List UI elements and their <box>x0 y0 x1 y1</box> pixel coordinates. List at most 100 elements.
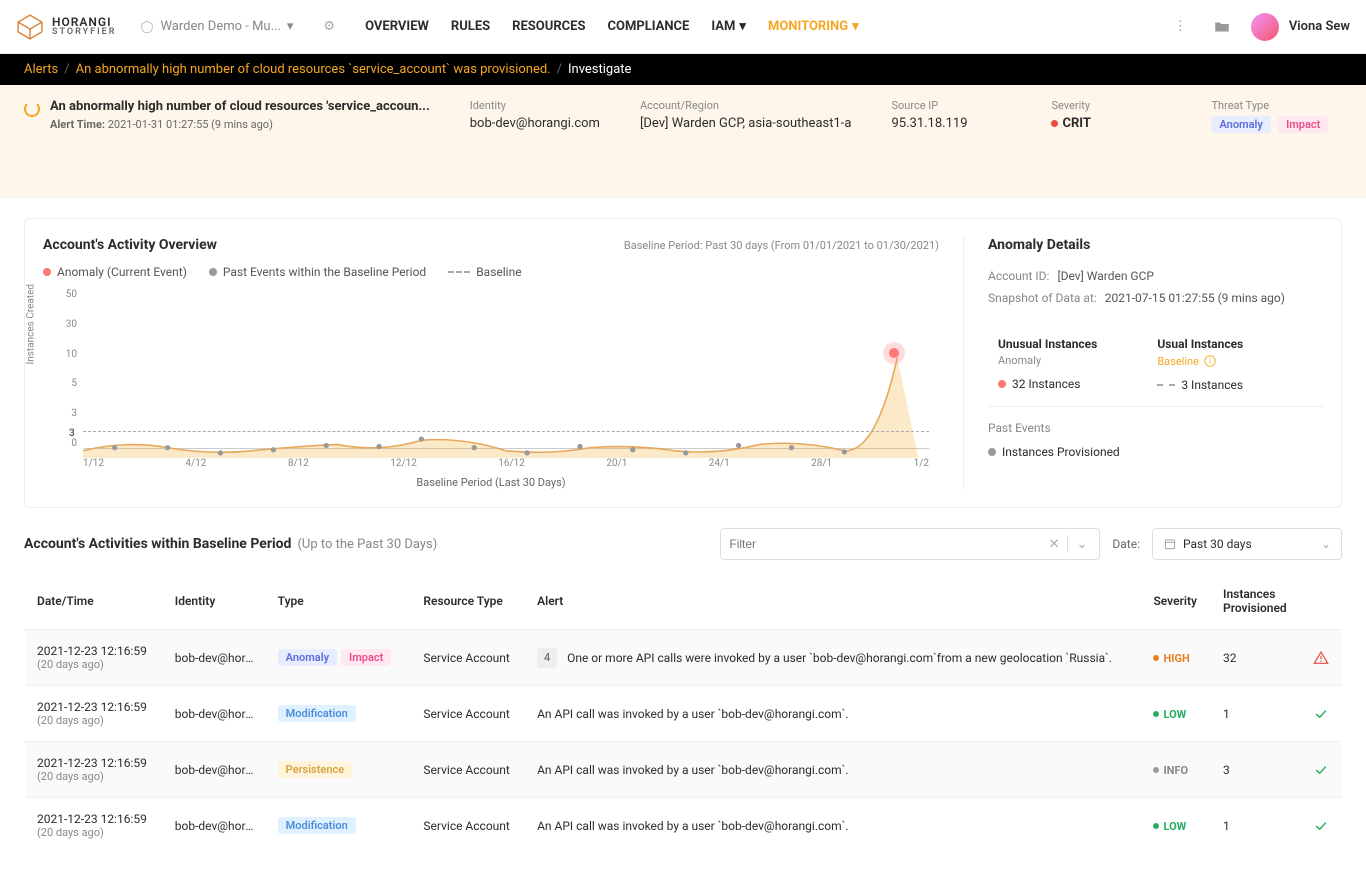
cell-datetime: 2021-12-23 12:16:59(20 days ago) <box>25 630 163 686</box>
workspace-dropdown[interactable]: Warden Demo - Mu... ▾ <box>130 13 303 40</box>
cell-resource: Service Account <box>411 798 525 854</box>
nav-rules[interactable]: RULES <box>451 19 490 34</box>
cell-alert: 4One or more API calls were invoked by a… <box>525 630 1141 686</box>
anomaly-point[interactable] <box>889 348 899 358</box>
check-icon <box>1313 762 1329 776</box>
breadcrumb-alert-text[interactable]: An abnormally high number of cloud resou… <box>76 62 551 77</box>
col-severity[interactable]: Severity <box>1141 573 1211 630</box>
table-row[interactable]: 2021-12-23 12:16:59(20 days ago) bob-dev… <box>25 686 1342 742</box>
activities-section: Account's Activities within Baseline Per… <box>24 528 1342 854</box>
nav-iam[interactable]: IAM ▾ <box>711 19 746 34</box>
cell-status <box>1301 742 1342 798</box>
logo[interactable]: HORANGI STORYFIER <box>16 13 116 41</box>
cell-status <box>1301 798 1342 854</box>
cell-identity: bob-dev@horan... <box>163 742 266 798</box>
alert-account: Account/Region [Dev] Warden GCP, asia-so… <box>640 99 852 131</box>
cell-datetime: 2021-12-23 12:16:59(20 days ago) <box>25 798 163 854</box>
chip-anomaly: Anomaly <box>278 649 337 666</box>
cell-type: Modification <box>266 798 412 854</box>
settings-gear-icon[interactable]: ⚙ <box>317 13 341 40</box>
alert-title: An abnormally high number of cloud resou… <box>50 99 430 114</box>
breadcrumb-current: Investigate <box>568 62 631 77</box>
overview-title: Account's Activity Overview <box>43 237 217 253</box>
date-range-dropdown[interactable]: Past 30 days ⌄ <box>1152 528 1342 560</box>
clear-icon[interactable]: ✕ <box>1045 537 1064 552</box>
cell-datetime: 2021-12-23 12:16:59(20 days ago) <box>25 742 163 798</box>
nav-monitoring[interactable]: MONITORING ▾ <box>768 19 859 34</box>
logo-icon <box>16 13 44 41</box>
cell-resource: Service Account <box>411 630 525 686</box>
nav-resources[interactable]: RESOURCES <box>512 19 585 34</box>
folder-icon[interactable] <box>1207 12 1237 42</box>
activities-subtitle: (Up to the Past 30 Days) <box>297 537 437 552</box>
past-events-title: Past Events <box>988 421 1323 435</box>
cell-alert: An API call was invoked by a user `bob-d… <box>525 686 1141 742</box>
usual-dashline-icon <box>1157 384 1175 386</box>
col-datetime[interactable]: Date/Time <box>25 573 163 630</box>
chevron-down-icon: ▾ <box>287 19 294 34</box>
alert-severity: Severity CRIT <box>1051 99 1171 131</box>
cell-instances: 1 <box>1211 798 1301 854</box>
table-row[interactable]: 2021-12-23 12:16:59(20 days ago) bob-dev… <box>25 798 1342 854</box>
more-menu-icon[interactable]: ⋮ <box>1168 13 1193 40</box>
cell-status <box>1301 630 1342 686</box>
y-axis: 50 30 10 5 3 0 <box>43 289 77 449</box>
col-type[interactable]: Type <box>266 573 412 630</box>
activities-table: Date/Time Identity Type Resource Type Al… <box>24 572 1342 854</box>
chevron-down-icon: ▾ <box>852 19 859 34</box>
alert-threat-type: Threat Type Anomaly Impact <box>1211 99 1332 133</box>
x-axis: 1/12 4/12 8/12 12/12 16/12 20/1 24/1 28/… <box>83 458 929 469</box>
table-row[interactable]: 2021-12-23 12:16:59(20 days ago) bob-dev… <box>25 630 1342 686</box>
cell-instances: 1 <box>1211 686 1301 742</box>
cell-resource: Service Account <box>411 742 525 798</box>
table-row[interactable]: 2021-12-23 12:16:59(20 days ago) bob-dev… <box>25 742 1342 798</box>
alert-source-ip: Source IP 95.31.18.119 <box>891 99 1011 131</box>
alert-time: Alert Time: 2021-01-31 01:27:55 (9 mins … <box>50 118 430 131</box>
breadcrumb: Alerts / An abnormally high number of cl… <box>0 54 1366 85</box>
nav-overview[interactable]: OVERVIEW <box>365 19 429 34</box>
cell-identity: bob-dev@horan... <box>163 686 266 742</box>
area-fill <box>83 289 929 458</box>
filter-input-group[interactable]: ✕ ⌄ <box>720 528 1100 560</box>
activity-overview-panel: Account's Activity Overview Baseline Per… <box>24 218 1342 508</box>
alert-identity: Identity bob-dev@horangi.com <box>470 99 600 131</box>
check-icon <box>1313 706 1329 720</box>
chip-anomaly: Anomaly <box>1211 116 1270 133</box>
breadcrumb-sep: / <box>557 62 562 77</box>
past-dot-icon <box>988 448 996 456</box>
main-nav: OVERVIEW RULES RESOURCES COMPLIANCE IAM … <box>365 19 859 34</box>
cell-resource: Service Account <box>411 686 525 742</box>
nav-compliance[interactable]: COMPLIANCE <box>607 19 689 34</box>
chip-impact: Impact <box>1278 116 1328 133</box>
logo-text-bottom: STORYFIER <box>52 28 116 37</box>
activity-chart: Instances Created 50 30 10 5 3 0 <box>43 289 939 489</box>
cell-severity: LOW <box>1141 798 1211 854</box>
chip-impact: Impact <box>341 649 391 666</box>
col-instances[interactable]: Instances Provisioned <box>1211 573 1301 630</box>
table-header-row: Date/Time Identity Type Resource Type Al… <box>25 573 1342 630</box>
cell-instances: 3 <box>1211 742 1301 798</box>
baseline-tick-label: 3 <box>69 428 75 439</box>
calendar-icon <box>1163 537 1177 551</box>
col-alert[interactable]: Alert <box>525 573 1141 630</box>
baseline-dashline <box>83 431 929 432</box>
warning-icon <box>1313 650 1329 664</box>
col-resource[interactable]: Resource Type <box>411 573 525 630</box>
cell-severity: LOW <box>1141 686 1211 742</box>
activities-title: Account's Activities within Baseline Per… <box>24 536 291 552</box>
user-menu[interactable]: Viona Sew <box>1251 13 1350 41</box>
cell-type: Persistence <box>266 742 412 798</box>
breadcrumb-sep: / <box>64 62 69 77</box>
filter-input[interactable] <box>729 537 1044 551</box>
filter-dropdown-icon[interactable]: ⌄ <box>1072 537 1091 552</box>
cell-alert: An API call was invoked by a user `bob-d… <box>525 742 1141 798</box>
alert-count-badge: 4 <box>537 648 557 668</box>
baseline-period-note: Baseline Period: Past 30 days (From 01/0… <box>624 239 939 252</box>
info-icon[interactable] <box>1203 354 1217 368</box>
col-identity[interactable]: Identity <box>163 573 266 630</box>
breadcrumb-alerts[interactable]: Alerts <box>24 62 58 77</box>
alert-summary-strip: An abnormally high number of cloud resou… <box>0 85 1366 198</box>
chip-modification: Modification <box>278 705 356 722</box>
plot-area: 3 <box>83 289 929 449</box>
chevron-down-icon: ⌄ <box>1321 537 1331 551</box>
